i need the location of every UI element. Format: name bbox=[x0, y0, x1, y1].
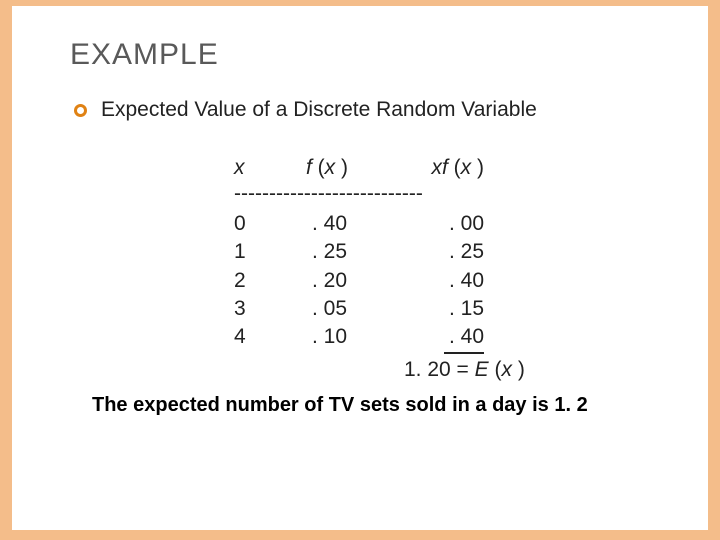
ev-close: ) bbox=[512, 358, 525, 381]
header-xfx: xf (x ) bbox=[404, 156, 484, 180]
divider-line: --------------------------- bbox=[234, 182, 708, 206]
header-xfx-xv: x bbox=[461, 156, 472, 179]
cell-fx: . 20 bbox=[306, 267, 404, 295]
ev-table: x f (x ) xf (x ) -----------------------… bbox=[234, 156, 708, 382]
ev-sum: 1. 20 bbox=[404, 358, 451, 381]
header-x: x bbox=[234, 156, 306, 180]
conclusion-text: The expected number of TV sets sold in a… bbox=[92, 394, 708, 417]
header-xfx-close: ) bbox=[471, 156, 484, 179]
cell-x: 1 bbox=[234, 238, 306, 266]
header-fx-paren: ( bbox=[312, 156, 325, 179]
header-xfx-open: ( bbox=[448, 156, 461, 179]
header-fx-x: x bbox=[325, 156, 336, 179]
table-row: 4 . 10 . 40 bbox=[234, 323, 708, 353]
cell-fx: . 25 bbox=[306, 238, 404, 266]
header-fx-close: ) bbox=[335, 156, 348, 179]
cell-fx: . 05 bbox=[306, 295, 404, 323]
subtitle-text: Expected Value of a Discrete Random Vari… bbox=[101, 98, 537, 122]
cell-fx: . 10 bbox=[306, 323, 404, 353]
ev-x: x bbox=[502, 358, 513, 381]
header-xfx-x: x bbox=[432, 156, 443, 179]
bullet-icon bbox=[74, 104, 87, 117]
cell-xfx: . 15 bbox=[404, 295, 484, 323]
cell-xfx: . 40 bbox=[404, 267, 484, 295]
slide: EXAMPLE Expected Value of a Discrete Ran… bbox=[12, 6, 708, 530]
cell-xfx: . 25 bbox=[404, 238, 484, 266]
slide-title: EXAMPLE bbox=[70, 38, 708, 72]
cell-xfx-last: . 40 bbox=[444, 323, 484, 353]
ev-open: ( bbox=[495, 358, 502, 381]
table-row: 2 . 20 . 40 bbox=[234, 267, 708, 295]
table-row: 1 . 25 . 25 bbox=[234, 238, 708, 266]
ev-eq: = bbox=[451, 358, 475, 381]
cell-x: 2 bbox=[234, 267, 306, 295]
cell-x: 0 bbox=[234, 210, 306, 238]
table-header: x f (x ) xf (x ) bbox=[234, 156, 708, 180]
header-fx: f (x ) bbox=[306, 156, 404, 180]
ev-E: E bbox=[475, 358, 489, 381]
cell-x: 4 bbox=[234, 323, 306, 353]
table-row: 0 . 40 . 00 bbox=[234, 210, 708, 238]
table-row: 3 . 05 . 15 bbox=[234, 295, 708, 323]
subtitle-row: Expected Value of a Discrete Random Vari… bbox=[74, 98, 708, 122]
cell-xfx: . 40 bbox=[404, 323, 484, 353]
cell-x: 3 bbox=[234, 295, 306, 323]
cell-xfx: . 00 bbox=[404, 210, 484, 238]
cell-fx: . 40 bbox=[306, 210, 404, 238]
expected-value-line: 1. 20 = E (x ) bbox=[234, 358, 708, 382]
